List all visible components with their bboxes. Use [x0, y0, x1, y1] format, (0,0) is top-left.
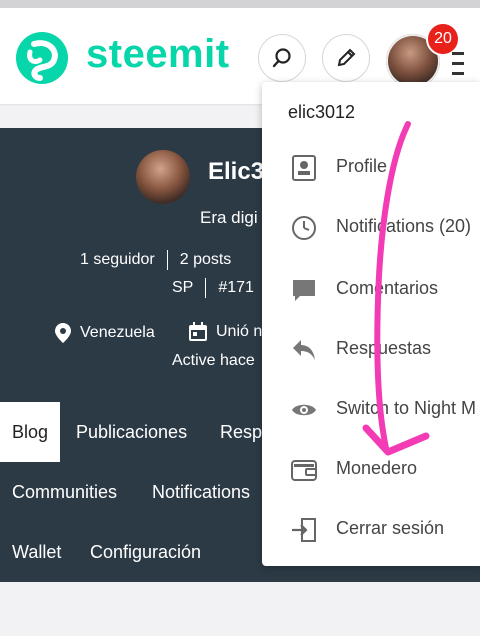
menu-item-notifications[interactable]: Notifications (20): [262, 200, 480, 256]
reply-icon: [293, 340, 315, 360]
tab-configuracion[interactable]: Configuración: [90, 522, 201, 582]
menu-item-monedero[interactable]: Monedero: [262, 442, 480, 498]
comment-icon: [293, 280, 315, 301]
steemit-logo-icon[interactable]: [14, 30, 70, 86]
location-pin-icon: [55, 323, 71, 343]
eye-icon: [292, 404, 316, 416]
tab-blog[interactable]: Blog: [0, 402, 61, 462]
clock-icon: [292, 216, 316, 240]
logout-icon: [292, 518, 316, 542]
menu-item-logout[interactable]: Cerrar sesión: [262, 502, 480, 558]
location-text: Venezuela: [80, 324, 155, 341]
joined-text: Unió n: [216, 323, 263, 340]
search-icon: [272, 48, 291, 68]
brand-name[interactable]: steemit: [86, 30, 230, 78]
menu-item-comentarios[interactable]: Comentarios: [262, 262, 480, 318]
tab-communities[interactable]: Communities: [12, 462, 117, 522]
sp-label: SP: [172, 279, 194, 297]
posts-count: 2 posts: [179, 251, 232, 269]
wallet-icon: [291, 460, 317, 481]
menu-item-label: Monedero: [336, 458, 418, 478]
menu-item-label: Switch to Night M: [336, 398, 477, 418]
menu-item-respuestas[interactable]: Respuestas: [262, 322, 480, 378]
menu-item-profile[interactable]: Profile: [262, 140, 480, 196]
profile-stats: 1 seguidor 2 posts: [80, 250, 231, 270]
profile-location: Venezuela: [54, 322, 155, 344]
profile-sp-row: SP #171: [172, 278, 254, 298]
profile-joined: Unió n: [188, 322, 262, 342]
profile-about: Era digi: [200, 208, 258, 227]
user-dropdown-menu: elic3012 Profile Notifications (20) Come…: [262, 82, 480, 566]
menu-item-night-mode[interactable]: Switch to Night M: [262, 382, 480, 438]
menu-username[interactable]: elic3012: [288, 102, 355, 123]
search-button[interactable]: [258, 34, 306, 82]
new-post-button[interactable]: [322, 34, 370, 82]
menu-item-label: Comentarios: [336, 278, 439, 298]
rank-value: #171: [218, 279, 254, 297]
pencil-icon: [337, 48, 356, 67]
tab-respuestas[interactable]: Resp: [220, 402, 262, 462]
menu-item-label: Cerrar sesión: [336, 518, 445, 538]
tab-notifications[interactable]: Notifications: [152, 462, 250, 522]
profile-icon: [292, 155, 316, 181]
hamburger-menu-icon[interactable]: [452, 52, 464, 76]
calendar-icon: [189, 322, 207, 341]
profile-name: Elic3: [208, 158, 265, 185]
tab-publicaciones[interactable]: Publicaciones: [76, 402, 187, 462]
profile-active: Active hace: [172, 352, 255, 369]
followers-count[interactable]: 1 seguidor: [80, 251, 155, 268]
tab-wallet[interactable]: Wallet: [12, 522, 61, 582]
menu-item-label: Respuestas: [336, 338, 432, 358]
profile-avatar: [136, 150, 190, 204]
menu-item-label: Profile: [336, 156, 388, 176]
notification-badge: 20: [426, 22, 460, 56]
menu-item-label: Notifications (20): [336, 216, 472, 236]
status-strip: [0, 0, 480, 8]
